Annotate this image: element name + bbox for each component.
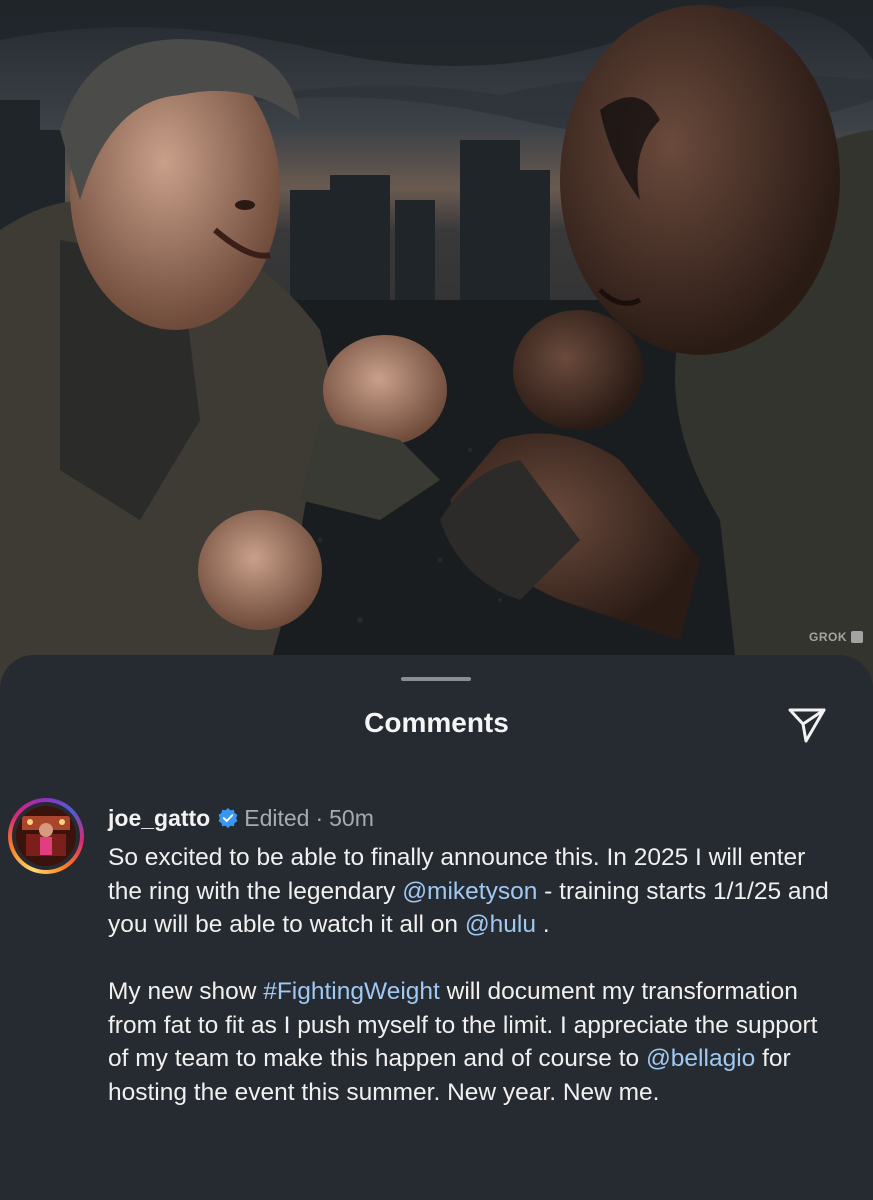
grok-watermark: GROK	[809, 630, 863, 644]
comment-text: .	[536, 911, 550, 938]
avatar[interactable]	[8, 798, 84, 874]
username[interactable]: joe_gatto	[108, 805, 210, 832]
sheet-title: Comments	[364, 707, 509, 738]
comment-timestamp: 50m	[329, 804, 374, 831]
hashtag-link[interactable]: #FightingWeight	[263, 978, 440, 1005]
share-button[interactable]	[782, 699, 832, 749]
comment-paragraph-1: So excited to be able to finally announc…	[108, 841, 838, 942]
post-illustration	[0, 0, 873, 700]
comment-text: My new show	[108, 978, 264, 1005]
grok-logo-icon	[851, 631, 863, 643]
mention-link[interactable]: @miketyson	[402, 878, 537, 905]
mention-link[interactable]: @bellagio	[646, 1045, 755, 1072]
comment-paragraph-2: My new show #FightingWeight will documen…	[108, 975, 838, 1109]
sheet-drag-handle[interactable]	[401, 677, 471, 681]
comment-body: So excited to be able to finally announc…	[108, 841, 838, 1109]
mention-link[interactable]: @hulu	[465, 911, 536, 938]
avatar-photo	[16, 806, 76, 866]
screen: GROK Comments joe_gatto Edited · 50m So …	[0, 0, 873, 1200]
verified-badge-icon	[218, 808, 238, 828]
avatar-image	[16, 806, 76, 866]
meta-separator: ·	[315, 804, 324, 831]
paper-plane-icon	[788, 708, 826, 743]
comments-sheet: Comments joe_gatto Edited · 50m So excit…	[0, 655, 873, 1200]
edited-label: Edited	[244, 804, 310, 831]
comment-meta: joe_gatto Edited · 50m	[108, 803, 374, 833]
watermark-text: GROK	[809, 630, 847, 644]
post-image[interactable]: GROK	[0, 0, 873, 700]
